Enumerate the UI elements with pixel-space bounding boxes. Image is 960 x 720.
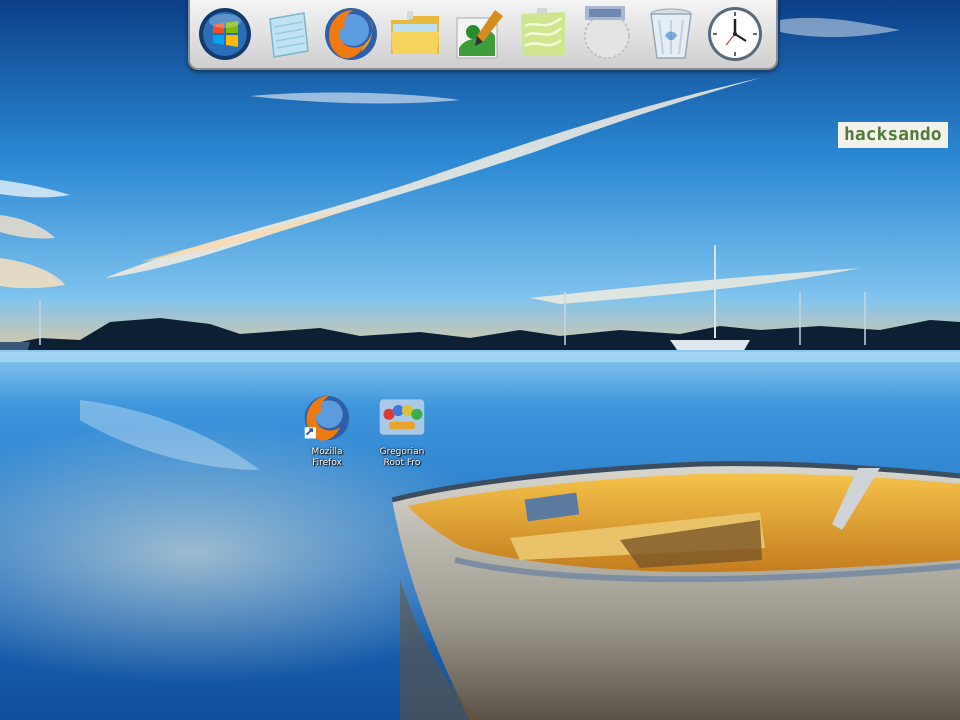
wallpaper-image <box>0 0 960 720</box>
folder-icon <box>391 11 439 54</box>
desktop[interactable]: hacksando Mozilla Firefox Gregorian Root… <box>0 0 960 720</box>
paint-icon <box>456 10 503 59</box>
clock-icon <box>708 7 762 61</box>
firefox-icon <box>325 8 377 60</box>
dock-bar <box>188 0 778 70</box>
game-icon <box>379 399 425 435</box>
dock-item-clock[interactable] <box>706 5 764 63</box>
desktop-icon-label: Mozilla Firefox <box>311 447 343 468</box>
dock-item-recycle-bin[interactable] <box>642 5 700 63</box>
firefox-icon <box>304 395 350 441</box>
dock-item-gadget[interactable] <box>578 5 636 63</box>
dock-item-firefox[interactable] <box>322 5 380 63</box>
dock-item-notepad[interactable] <box>258 5 316 63</box>
dock-item-explorer[interactable] <box>386 5 444 63</box>
gadget-icon <box>584 6 630 59</box>
notepad-icon <box>269 12 309 58</box>
watermark-text: hacksando <box>838 122 948 148</box>
windows-orb-icon <box>199 8 251 60</box>
dock-item-start[interactable] <box>196 5 254 63</box>
desktop-icon-game[interactable]: Gregorian Root Fro <box>364 392 440 469</box>
desktop-icon-label: Gregorian Root Fro <box>379 447 425 468</box>
recycle-bin-icon <box>650 8 692 59</box>
sticky-notes-icon <box>521 8 565 56</box>
desktop-icon-firefox[interactable]: Mozilla Firefox <box>289 392 365 469</box>
dock-item-sticky-notes[interactable] <box>514 5 572 63</box>
dock-item-paint[interactable] <box>450 5 508 63</box>
